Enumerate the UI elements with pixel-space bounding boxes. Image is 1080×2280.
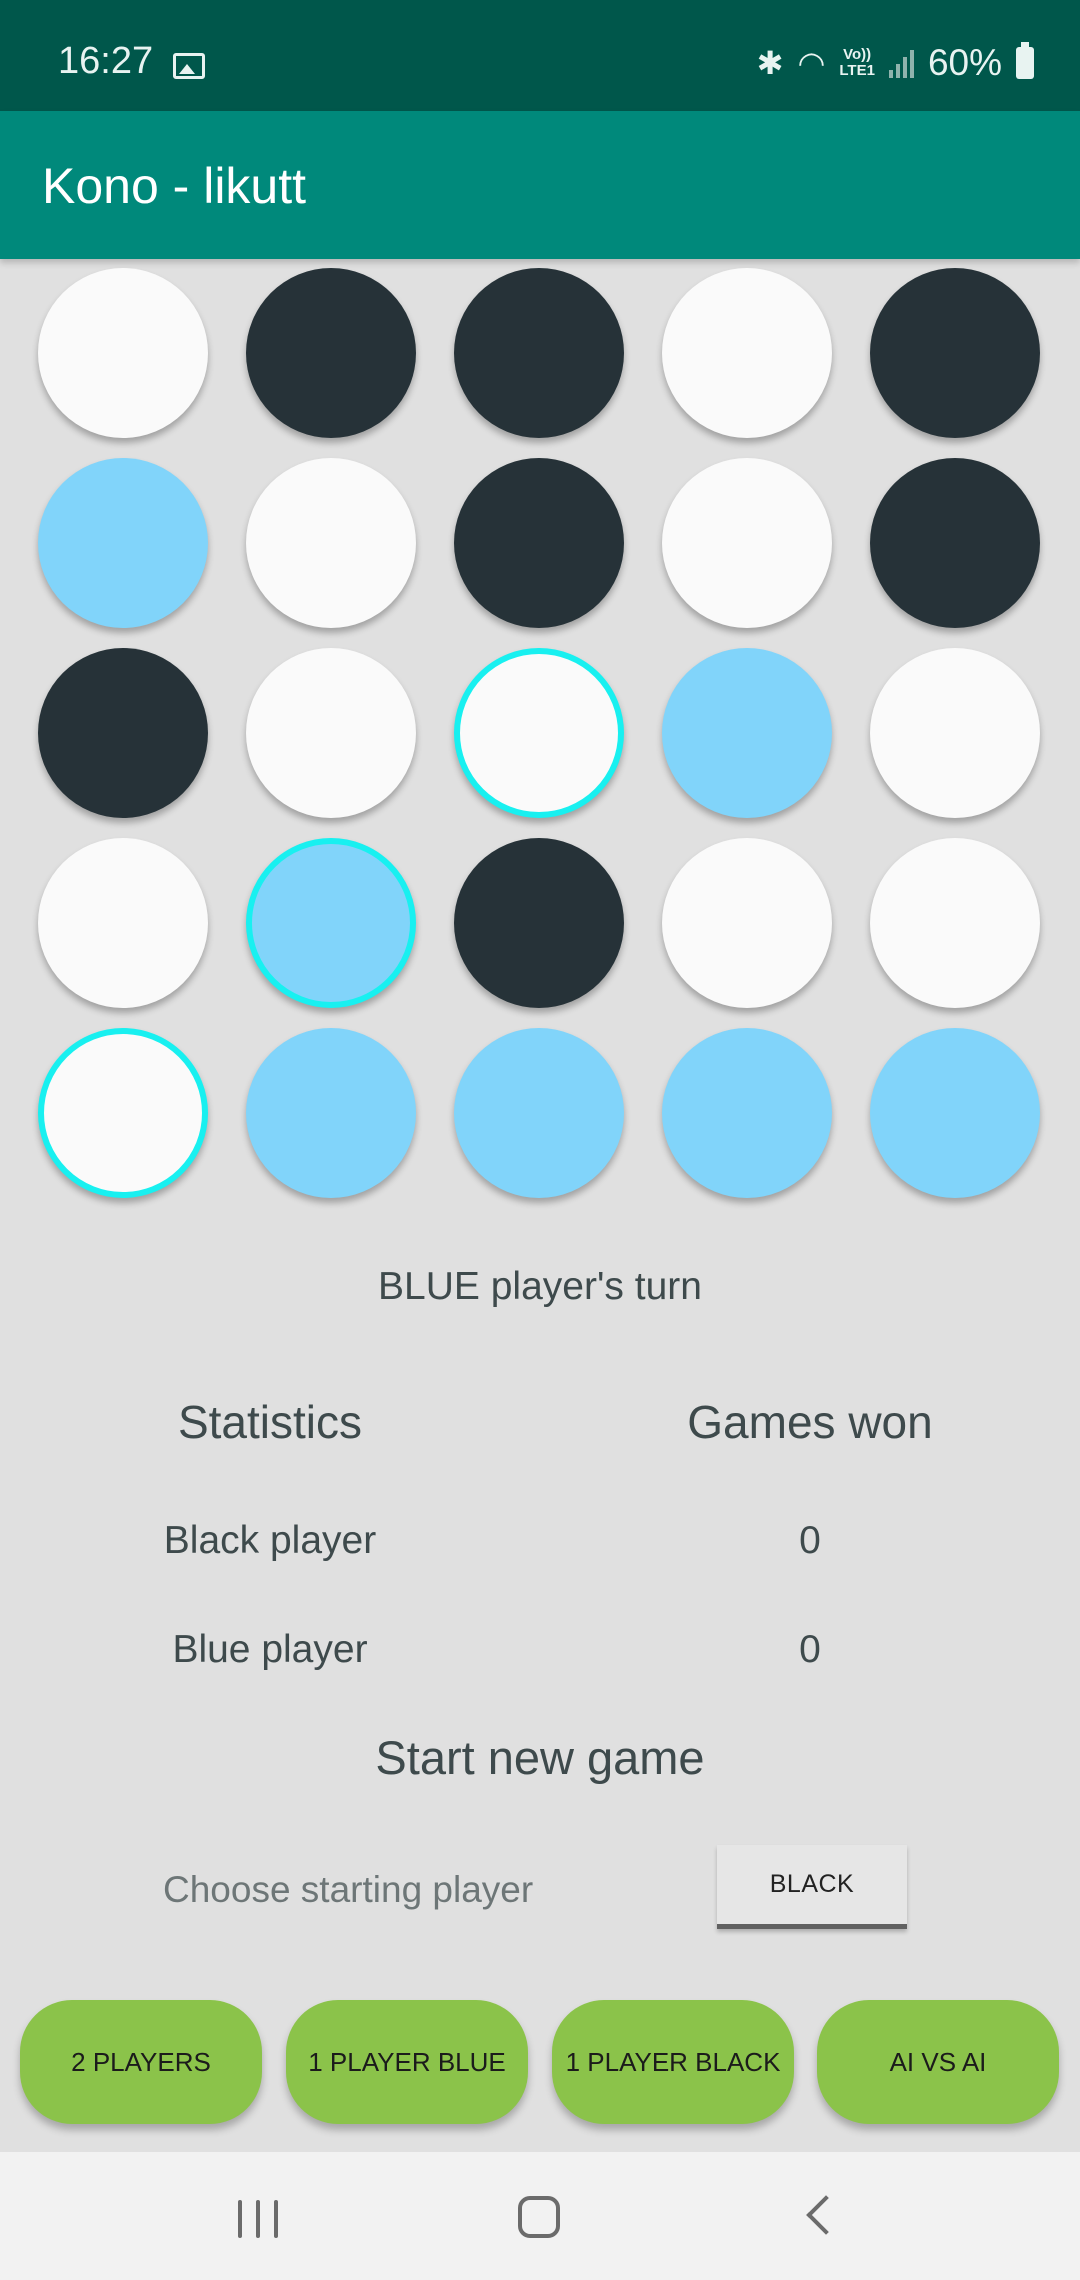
bluetooth-icon: ✱: [756, 45, 784, 81]
board-cell-black[interactable]: [454, 838, 624, 1008]
one-player-blue-button[interactable]: 1 PLAYER BLUE: [286, 2000, 528, 2124]
ai-vs-ai-button[interactable]: AI VS AI: [817, 2000, 1059, 2124]
status-bar: 16:27 ✱ ◠ Vo)) LTE1 60%: [0, 0, 1080, 111]
signal-icon: [888, 48, 914, 78]
choose-starting-player-label: Choose starting player: [163, 1869, 534, 1910]
board-cell-black[interactable]: [454, 458, 624, 628]
board-cell-black[interactable]: [38, 648, 208, 818]
games-won-header: Games won: [687, 1396, 933, 1448]
board-cell-white[interactable]: [38, 268, 208, 438]
board-cell-black[interactable]: [870, 458, 1040, 628]
board-cell-white[interactable]: [662, 838, 832, 1008]
app-title: Kono - likutt: [42, 158, 307, 214]
image-icon: [173, 53, 205, 79]
status-time: 16:27: [58, 40, 154, 82]
blue-player-label: Blue player: [172, 1628, 368, 1671]
board-cell-white[interactable]: [662, 458, 832, 628]
status-icons: ✱ ◠ Vo)) LTE1 60%: [757, 42, 1034, 84]
board-cell-blue-highlighted[interactable]: [246, 838, 416, 1008]
statistics-header: Statistics: [177, 1396, 363, 1448]
board-cell-blue[interactable]: [662, 648, 832, 818]
board-cell-blue[interactable]: [38, 458, 208, 628]
lte-label: LTE1: [839, 62, 875, 79]
board-cell-blue[interactable]: [246, 1028, 416, 1198]
board-cell-blue[interactable]: [662, 1028, 832, 1198]
board-cell-white-highlighted[interactable]: [38, 1028, 208, 1198]
board-cell-black[interactable]: [454, 268, 624, 438]
wifi-icon: ◠: [797, 45, 826, 81]
board-cell-black[interactable]: [246, 268, 416, 438]
board-cell-white[interactable]: [246, 648, 416, 818]
board-cell-white-highlighted[interactable]: [454, 648, 624, 818]
volte-icon: Vo)) LTE1: [839, 47, 875, 79]
board-cell-black[interactable]: [870, 268, 1040, 438]
game-board: [0, 259, 1080, 1209]
board-cell-white[interactable]: [662, 268, 832, 438]
recent-apps-icon[interactable]: [238, 2200, 278, 2238]
blue-player-wins: 0: [799, 1628, 821, 1671]
navigation-bar: [0, 2152, 1080, 2280]
board-cell-blue[interactable]: [870, 1028, 1040, 1198]
black-player-wins: 0: [799, 1519, 821, 1562]
board-cell-white[interactable]: [246, 458, 416, 628]
start-new-game-title: Start new game: [375, 1731, 705, 1784]
two-players-button[interactable]: 2 PLAYERS: [20, 2000, 262, 2124]
board-cell-white[interactable]: [870, 838, 1040, 1008]
one-player-black-button[interactable]: 1 PLAYER BLACK: [552, 2000, 794, 2124]
board-cell-blue[interactable]: [454, 1028, 624, 1198]
board-cell-white[interactable]: [38, 838, 208, 1008]
black-player-label: Black player: [163, 1519, 377, 1562]
app-bar: Kono - likutt: [0, 111, 1080, 259]
board-cell-white[interactable]: [870, 648, 1040, 818]
back-icon[interactable]: [806, 2195, 846, 2235]
turn-indicator: BLUE player's turn: [378, 1265, 702, 1308]
battery-icon: [1016, 42, 1034, 79]
starting-player-spinner[interactable]: BLACK: [717, 1845, 907, 1929]
volte-label: Vo)): [843, 46, 872, 63]
home-icon[interactable]: [518, 2196, 560, 2238]
battery-percent: 60%: [927, 42, 1002, 83]
